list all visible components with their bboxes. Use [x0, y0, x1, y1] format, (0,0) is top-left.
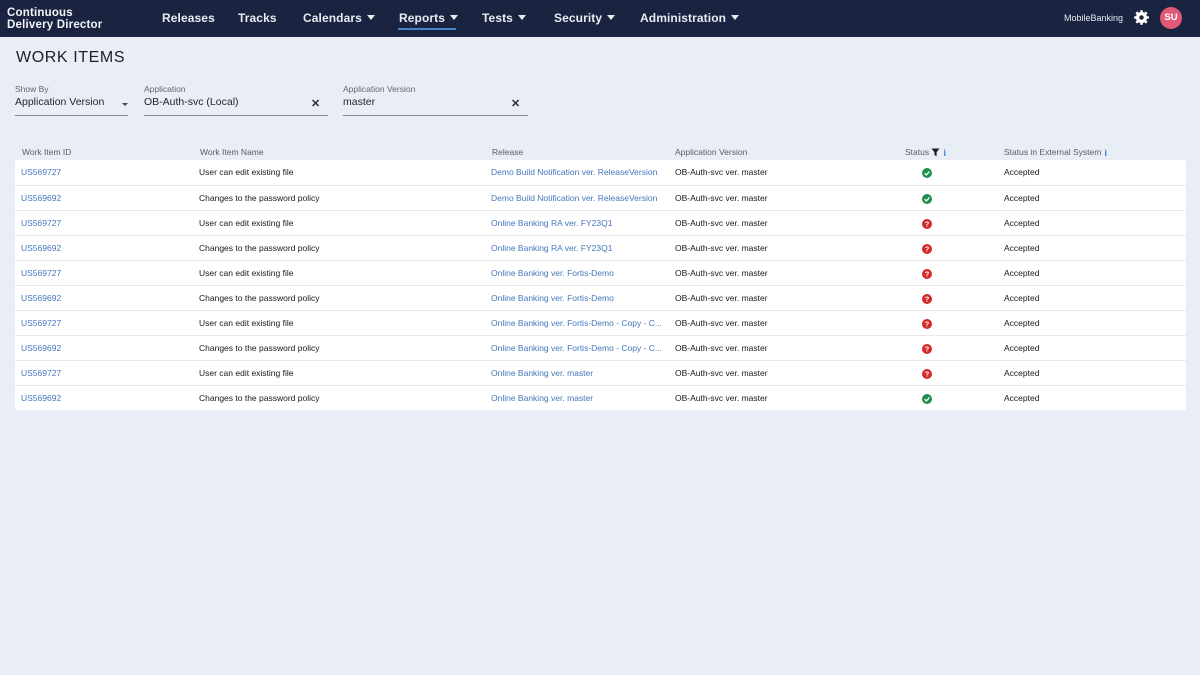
svg-text:?: ?	[925, 320, 930, 329]
svg-text:?: ?	[925, 245, 930, 254]
svg-text:?: ?	[925, 270, 930, 279]
svg-text:?: ?	[925, 345, 930, 354]
svg-text:?: ?	[925, 295, 930, 304]
svg-text:?: ?	[925, 370, 930, 379]
svg-text:?: ?	[925, 220, 930, 229]
